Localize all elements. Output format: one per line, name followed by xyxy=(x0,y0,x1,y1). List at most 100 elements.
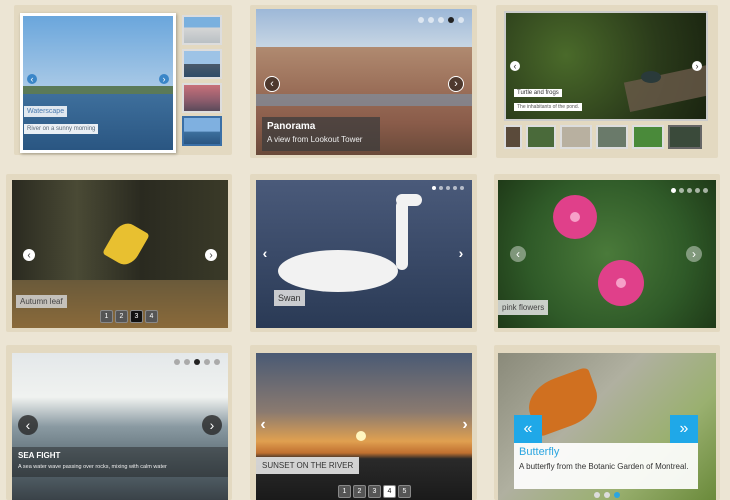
slider-7-next-button[interactable]: › xyxy=(202,415,222,435)
slider-9-caption-text: A butterfly from the Botanic Garden of M… xyxy=(519,462,689,471)
slider-4-page-1[interactable]: 1 xyxy=(100,310,113,323)
slider-5-image[interactable]: ‹ › Swan xyxy=(256,180,472,328)
slider-9-dot-2[interactable] xyxy=(604,492,610,498)
slider-4-image[interactable]: ‹ › Autumn leaf 1 2 3 4 xyxy=(12,180,228,328)
slider-7-dot-1[interactable] xyxy=(174,359,180,365)
slider-1-thumb-1[interactable] xyxy=(182,15,222,45)
slider-9-caption-title: Butterfly xyxy=(519,446,560,458)
double-chevron-right-icon: » xyxy=(679,420,689,437)
slider-6-image[interactable]: ‹ › pink flowers xyxy=(498,180,716,328)
slider-8-frame: ‹ › SUNSET ON THE RIVER 1 2 3 4 5 xyxy=(250,345,477,500)
slider-5-dot-5[interactable] xyxy=(460,186,464,190)
slider-1-thumb-4[interactable] xyxy=(182,116,222,146)
slider-8-page-4[interactable]: 4 xyxy=(383,485,396,498)
slider-2-dot-3[interactable] xyxy=(438,17,444,23)
slider-5-prev-button[interactable]: ‹ xyxy=(260,245,270,261)
slider-9-frame: « » Butterfly A butterfly from the Botan… xyxy=(494,345,720,500)
chevron-right-icon: › xyxy=(454,78,458,90)
slider-1-caption-title: Waterscape xyxy=(24,106,68,117)
slider-3-prev-button[interactable]: ‹ xyxy=(510,61,520,71)
slider-4-page-2[interactable]: 2 xyxy=(115,310,128,323)
slider-7-dot-4[interactable] xyxy=(204,359,210,365)
slider-1-prev-button[interactable]: ‹ xyxy=(27,74,37,84)
slider-1-caption-text: River on a sunny morning xyxy=(24,124,99,134)
slider-1-image[interactable]: ‹ › Waterscape River on a sunny morning xyxy=(20,13,176,153)
slider-6-prev-button[interactable]: ‹ xyxy=(510,246,526,262)
slider-3-thumb-2[interactable] xyxy=(526,125,556,149)
slider-3-caption-text: The inhabitants of the pond. xyxy=(514,103,582,111)
slider-3-image[interactable]: ‹ › Turtle and frogs The inhabitants of … xyxy=(504,11,708,121)
chevron-left-icon: ‹ xyxy=(25,417,31,433)
slider-2-next-button[interactable]: › xyxy=(448,76,464,92)
slider-3-next-button[interactable]: › xyxy=(692,61,702,71)
slider-2-dot-5[interactable] xyxy=(458,17,464,23)
slider-8-page-1[interactable]: 1 xyxy=(338,485,351,498)
slider-7-caption-title: SEA FIGHT xyxy=(18,451,61,460)
slider-6-dot-4[interactable] xyxy=(695,188,700,193)
slider-3-thumb-5[interactable] xyxy=(632,125,664,149)
chevron-right-icon: › xyxy=(209,417,215,433)
chevron-right-icon: › xyxy=(692,247,696,261)
slider-2-prev-button[interactable]: ‹ xyxy=(264,76,280,92)
slider-4-caption-title: Autumn leaf xyxy=(16,295,67,308)
slider-4-next-button[interactable]: › xyxy=(205,249,217,261)
chevron-left-icon: ‹ xyxy=(30,74,34,84)
slider-6-frame: ‹ › pink flowers xyxy=(494,174,720,332)
chevron-right-icon: › xyxy=(695,61,699,71)
slider-1-next-button[interactable]: › xyxy=(159,74,169,84)
slider-5-dot-2[interactable] xyxy=(439,186,443,190)
slider-9-dot-1[interactable] xyxy=(594,492,600,498)
slider-6-dot-3[interactable] xyxy=(687,188,692,193)
slider-1-thumb-2[interactable] xyxy=(182,49,222,79)
slider-1-frame: ‹ › Waterscape River on a sunny morning xyxy=(14,5,232,155)
slider-7-prev-button[interactable]: ‹ xyxy=(18,415,38,435)
slider-2-dot-4[interactable] xyxy=(448,17,454,23)
slider-1-thumb-3[interactable] xyxy=(182,83,222,113)
slider-3-thumb-4[interactable] xyxy=(596,125,628,149)
slider-8-pagination: 1 2 3 4 5 xyxy=(338,485,411,498)
slider-5-caption-title: Swan xyxy=(274,290,305,306)
slider-5-dot-3[interactable] xyxy=(446,186,450,190)
slider-7-frame: ‹ › SEA FIGHT A sea water wave passing o… xyxy=(6,345,232,500)
slider-7-dot-2[interactable] xyxy=(184,359,190,365)
chevron-right-icon: › xyxy=(462,416,468,433)
slider-3-thumb-6[interactable] xyxy=(668,125,702,149)
slider-8-page-2[interactable]: 2 xyxy=(353,485,366,498)
slider-2-image[interactable]: ‹ › Panorama A view from Lookout Tower xyxy=(256,9,472,155)
slider-5-pagination xyxy=(432,186,464,190)
slider-4-page-3[interactable]: 3 xyxy=(130,310,143,323)
slider-5-dot-4[interactable] xyxy=(453,186,457,190)
slider-5-dot-1[interactable] xyxy=(432,186,436,190)
slider-9-prev-button[interactable]: « xyxy=(514,415,542,443)
slider-2-dot-1[interactable] xyxy=(418,17,424,23)
slider-6-dot-1[interactable] xyxy=(671,188,676,193)
slider-2-dot-2[interactable] xyxy=(428,17,434,23)
slider-7-image[interactable]: ‹ › SEA FIGHT A sea water wave passing o… xyxy=(12,353,228,500)
slider-3-thumb-1[interactable] xyxy=(504,125,522,149)
slider-4-page-4[interactable]: 4 xyxy=(145,310,158,323)
slider-6-next-button[interactable]: › xyxy=(686,246,702,262)
slider-7-dot-5[interactable] xyxy=(214,359,220,365)
slider-6-dot-5[interactable] xyxy=(703,188,708,193)
slider-8-image[interactable]: ‹ › SUNSET ON THE RIVER 1 2 3 4 5 xyxy=(256,353,472,500)
slider-6-dot-2[interactable] xyxy=(679,188,684,193)
slider-3-thumb-3[interactable] xyxy=(560,125,592,149)
slider-5-next-button[interactable]: › xyxy=(456,245,466,261)
slider-8-next-button[interactable]: › xyxy=(460,416,470,433)
slider-9-next-button[interactable]: » xyxy=(670,415,698,443)
slider-8-page-5[interactable]: 5 xyxy=(398,485,411,498)
chevron-left-icon: ‹ xyxy=(260,416,266,433)
chevron-right-icon: › xyxy=(209,249,213,261)
chevron-left-icon: ‹ xyxy=(270,78,274,90)
slider-9-pagination xyxy=(594,492,620,498)
slider-6-pagination xyxy=(671,188,708,193)
slider-8-prev-button[interactable]: ‹ xyxy=(258,416,268,433)
chevron-left-icon: ‹ xyxy=(27,249,31,261)
slider-7-dot-3[interactable] xyxy=(194,359,200,365)
slider-5-frame: ‹ › Swan xyxy=(250,174,477,332)
slider-9-image[interactable]: « » Butterfly A butterfly from the Botan… xyxy=(498,353,716,500)
slider-9-dot-3[interactable] xyxy=(614,492,620,498)
slider-2-caption-text: A view from Lookout Tower xyxy=(267,135,363,144)
slider-8-page-3[interactable]: 3 xyxy=(368,485,381,498)
slider-4-prev-button[interactable]: ‹ xyxy=(23,249,35,261)
